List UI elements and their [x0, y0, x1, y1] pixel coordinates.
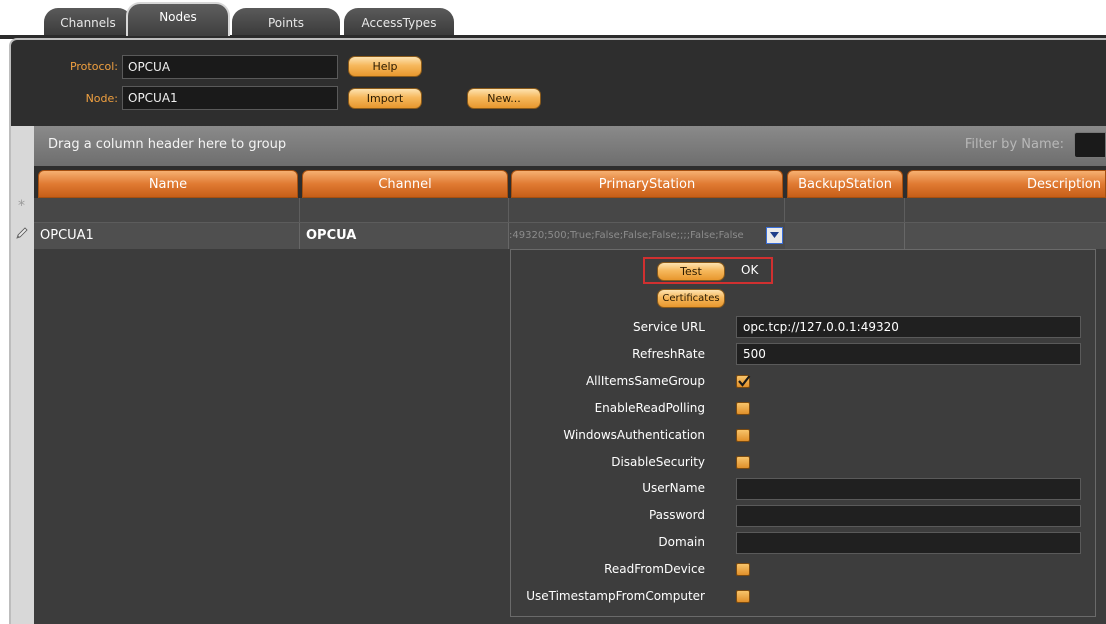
tab-nodes[interactable]: Nodes [126, 2, 230, 36]
certificates-button[interactable]: Certificates [657, 289, 725, 308]
tab-label: Nodes [159, 10, 197, 24]
dropdown-button[interactable] [766, 227, 783, 244]
primarystation-value: :49320;500;True;False;False;False;;;;Fal… [509, 230, 744, 241]
checkmark-icon [738, 375, 751, 387]
test-status: OK [741, 263, 759, 277]
column-header-description[interactable]: Description [907, 170, 1106, 198]
readfromdevice-checkbox[interactable] [736, 563, 750, 576]
column-header-channel[interactable]: Channel [302, 170, 508, 198]
help-button[interactable]: Help [348, 56, 422, 77]
new-button[interactable]: New... [467, 88, 541, 109]
node-label: Node: [85, 92, 118, 105]
readfromdevice-label: ReadFromDevice [604, 562, 705, 576]
primarystation-editor[interactable]: :49320;500;True;False;False;False;;;;Fal… [509, 223, 785, 249]
password-label: Password [648, 508, 705, 522]
pencil-edit-icon [14, 225, 30, 241]
username-input[interactable] [736, 478, 1081, 500]
column-header-row: Name Channel PrimaryStation BackupStatio… [34, 166, 1106, 198]
tab-label: AccessTypes [361, 16, 437, 30]
column-header-backupstation[interactable]: BackupStation [787, 170, 903, 198]
cell-backupstation[interactable] [785, 223, 905, 249]
column-header-primarystation[interactable]: PrimaryStation [511, 170, 783, 198]
opcua-settings-popup: Test OK Certificates Service URL opc.tcp… [510, 249, 1096, 617]
password-input[interactable] [736, 505, 1081, 527]
tab-points[interactable]: Points [232, 8, 340, 36]
username-label: UserName [642, 481, 705, 495]
node-field[interactable]: OPCUA1 [122, 86, 338, 110]
tab-bar: Channels Nodes Points AccessTypes [0, 0, 1106, 36]
tab-label: Channels [60, 16, 116, 30]
enablereadpolling-label: EnableReadPolling [594, 401, 705, 415]
column-header-label: Channel [378, 177, 432, 192]
filter-input[interactable] [1074, 132, 1106, 158]
new-row-marker: * [18, 198, 25, 214]
service-url-input[interactable]: opc.tcp://127.0.0.1:49320 [736, 316, 1081, 338]
disablesecurity-label: DisableSecurity [611, 455, 705, 469]
windowsauthentication-label: WindowsAuthentication [563, 428, 705, 442]
refreshrate-input[interactable]: 500 [736, 343, 1081, 365]
usetimestampfromcomputer-checkbox[interactable] [736, 590, 750, 603]
column-header-label: Name [148, 177, 188, 192]
protocol-field[interactable]: OPCUA [122, 55, 338, 79]
group-hint: Drag a column header here to group [48, 137, 287, 152]
group-panel[interactable]: Drag a column header here to group Filte… [34, 126, 1106, 166]
chevron-down-icon [770, 232, 779, 238]
allitemssamegroup-checkbox[interactable] [736, 375, 751, 388]
service-url-label: Service URL [633, 320, 705, 334]
cell-name[interactable]: OPCUA1 [34, 223, 300, 249]
filter-label: Filter by Name: [964, 137, 1064, 152]
tab-label: Points [267, 16, 305, 30]
enablereadpolling-checkbox[interactable] [736, 402, 750, 415]
test-button[interactable]: Test [657, 262, 725, 281]
windowsauthentication-checkbox[interactable] [736, 429, 750, 442]
tab-channels[interactable]: Channels [44, 8, 132, 36]
allitemssamegroup-label: AllItemsSameGroup [585, 374, 705, 388]
column-header-label: Description [1026, 177, 1101, 192]
tab-accesstypes[interactable]: AccessTypes [344, 8, 454, 36]
column-header-name[interactable]: Name [38, 170, 298, 198]
column-header-label: PrimaryStation [598, 177, 696, 192]
usetimestampfromcomputer-label: UseTimestampFromComputer [526, 589, 705, 603]
domain-label: Domain [658, 535, 705, 549]
refreshrate-label: RefreshRate [632, 347, 705, 361]
import-button[interactable]: Import [348, 88, 422, 109]
domain-input[interactable] [736, 532, 1081, 554]
disablesecurity-checkbox[interactable] [736, 456, 750, 469]
new-row[interactable] [34, 198, 1106, 223]
column-header-label: BackupStation [798, 177, 892, 192]
protocol-label: Protocol: [69, 60, 118, 73]
cell-channel[interactable]: OPCUA [300, 223, 509, 249]
